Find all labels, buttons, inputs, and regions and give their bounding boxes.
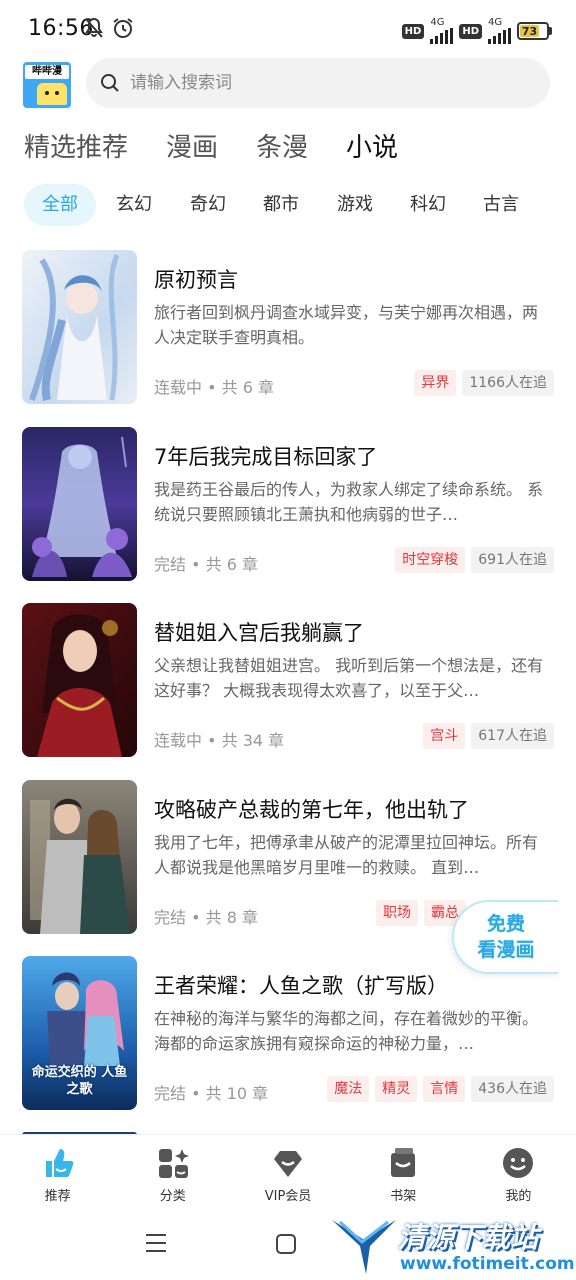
- book-desc: 我是药王谷最后的传人，为救家人绑定了续命系统。 系统说只要照顾镇北王萧执和他病弱…: [154, 480, 544, 524]
- book-meta: 完结 • 共 10 章: [154, 1084, 269, 1103]
- chip-guyan[interactable]: 古言: [464, 184, 538, 226]
- nav-vip[interactable]: VIP会员: [230, 1135, 345, 1210]
- alarm-icon: [113, 18, 133, 38]
- search-icon: [101, 74, 119, 92]
- cover-title: 命运交织的 人鱼之歌: [31, 1065, 128, 1097]
- watermark: 清源下载站 www.fotimeit.com: [330, 1212, 575, 1280]
- status-icons: [84, 17, 134, 39]
- book-title[interactable]: 攻略破产总裁的第七年，他出轨了: [154, 794, 469, 824]
- bookshelf-icon: [391, 1148, 416, 1177]
- book-cover[interactable]: [22, 603, 137, 757]
- list-item[interactable]: 替姐姐入宫后我躺赢了 父亲想让我替姐姐进宫。 我听到后第一个想法是，还有这好事？…: [0, 603, 576, 759]
- bottom-nav: 推荐 分类 VIP会员 书架 我的: [0, 1134, 576, 1210]
- follower-count: 1166人在追: [462, 370, 554, 396]
- signal-bars-icon: [488, 28, 511, 44]
- book-desc: 旅行者回到枫丹调查水域异变，与芙宁娜再次相遇，两人决定联手查明真相。: [154, 303, 539, 347]
- genre-tag[interactable]: 职场: [376, 900, 418, 926]
- signal-bars-icon: [430, 28, 454, 44]
- chip-qihuan[interactable]: 奇幻: [172, 184, 244, 226]
- book-desc: 在神秘的海洋与繁华的海都之间，存在着微妙的平衡。海都的命运家族拥有窥探命运的神秘…: [154, 1009, 539, 1053]
- genre-tag[interactable]: 异界: [414, 370, 457, 396]
- nav-profile[interactable]: 我的: [461, 1135, 576, 1210]
- tab-manga[interactable]: 漫画: [166, 126, 218, 170]
- watermark-logo-icon: [332, 1220, 396, 1274]
- tab-featured[interactable]: 精选推荐: [24, 126, 128, 170]
- list-item[interactable]: 7年后我完成目标回家了 我是药王谷最后的传人，为救家人绑定了续命系统。 系统说只…: [0, 427, 576, 583]
- genre-tag[interactable]: 精灵: [375, 1076, 418, 1102]
- book-cover[interactable]: [22, 427, 137, 581]
- hd-badge: HD: [459, 23, 482, 39]
- tab-webtoon[interactable]: 条漫: [256, 126, 308, 170]
- search-bar[interactable]: [86, 58, 550, 108]
- book-cover[interactable]: [22, 780, 137, 934]
- book-tags: 宫斗 617人在追: [423, 723, 554, 749]
- chip-youxi[interactable]: 游戏: [318, 184, 392, 226]
- genre-tag[interactable]: 宫斗: [423, 723, 466, 749]
- book-cover[interactable]: 命运交织的 人鱼之歌: [22, 956, 137, 1110]
- vip-icon: [274, 1151, 302, 1177]
- status-bar: 16:56 HD 4G HD 4G 73: [0, 0, 576, 60]
- app-logo[interactable]: 哔哔漫: [23, 62, 71, 108]
- nav-recommend[interactable]: 推荐: [0, 1135, 115, 1210]
- chip-dushi[interactable]: 都市: [244, 184, 318, 226]
- tab-novel[interactable]: 小说: [346, 126, 399, 170]
- follower-count: 436人在追: [471, 1076, 554, 1102]
- book-tags: 魔法 精灵 言情 436人在追: [327, 1076, 554, 1102]
- home-icon[interactable]: [276, 1234, 296, 1254]
- book-meta: 完结 • 共 8 章: [154, 908, 258, 927]
- genre-tag[interactable]: 言情: [423, 1076, 466, 1102]
- book-cover[interactable]: [22, 250, 137, 404]
- book-meta: 连载中 • 共 34 章: [154, 731, 285, 750]
- profile-icon: [503, 1148, 534, 1178]
- chip-xuanhuan[interactable]: 玄幻: [96, 184, 172, 226]
- system-nav-bar: 清源下载站 www.fotimeit.com: [0, 1212, 576, 1280]
- search-input[interactable]: [130, 73, 510, 93]
- main-tabs: 精选推荐 漫画 条漫 小说: [24, 126, 436, 170]
- recommend-icon: [45, 1149, 73, 1177]
- book-tags: 职场 霸总: [376, 900, 466, 926]
- battery-icon: 73: [517, 22, 552, 40]
- list-item[interactable]: 原初预言 旅行者回到枫丹调查水域异变，与芙宁娜再次相遇，两人决定联手查明真相。 …: [0, 250, 576, 406]
- genre-tag[interactable]: 时空穿梭: [395, 547, 466, 573]
- header: 哔哔漫: [0, 58, 576, 110]
- book-tags: 异界 1166人在追: [414, 370, 554, 396]
- book-title[interactable]: 7年后我完成目标回家了: [154, 441, 377, 471]
- nav-bookshelf[interactable]: 书架: [346, 1135, 461, 1210]
- book-desc: 我用了七年，把傅承聿从破产的泥潭里拉回神坛。所有人都说我是他黑暗岁月里唯一的救赎…: [154, 833, 539, 877]
- book-meta: 完结 • 共 6 章: [154, 555, 258, 574]
- nav-category[interactable]: 分类: [115, 1135, 230, 1210]
- follower-count: 617人在追: [471, 723, 554, 749]
- hd-badge: HD: [401, 23, 425, 39]
- category-icon: [158, 1149, 189, 1178]
- follower-count: 691人在追: [471, 547, 554, 573]
- chip-kehuan[interactable]: 科幻: [392, 184, 464, 226]
- mute-bell-icon: [85, 17, 103, 38]
- book-tags: 时空穿梭 691人在追: [395, 547, 554, 573]
- status-right: HD 4G HD 4G 73: [401, 18, 552, 44]
- signal-1: 4G: [430, 18, 454, 44]
- chip-all[interactable]: 全部: [24, 184, 96, 226]
- book-title[interactable]: 替姐姐入宫后我躺赢了: [154, 617, 364, 647]
- book-desc: 父亲想让我替姐姐进宫。 我听到后第一个想法是，还有这好事？ 大概我表现得太欢喜了…: [154, 656, 544, 700]
- genre-tag[interactable]: 魔法: [327, 1076, 370, 1102]
- book-title[interactable]: 王者荣耀：人鱼之歌（扩写版）: [154, 970, 448, 1000]
- list-item[interactable]: 命运交织的 人鱼之歌 王者荣耀：人鱼之歌（扩写版） 在神秘的海洋与繁华的海都之间…: [0, 956, 576, 1112]
- signal-2: 4G: [488, 18, 511, 44]
- category-chips: 全部 玄幻 奇幻 都市 游戏 科幻 古言: [24, 184, 538, 226]
- book-meta: 连载中 • 共 6 章: [154, 378, 274, 397]
- free-manga-float-button[interactable]: 免费 看漫画: [452, 900, 558, 974]
- menu-icon[interactable]: [146, 1234, 166, 1252]
- book-title[interactable]: 原初预言: [154, 264, 238, 294]
